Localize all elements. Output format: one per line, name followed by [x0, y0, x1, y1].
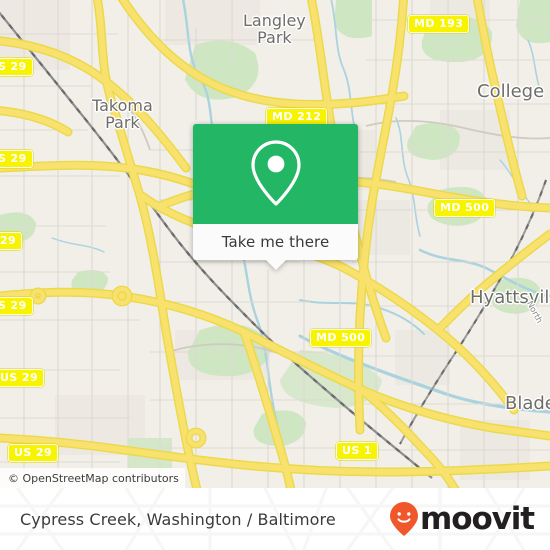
footer-bar: Cypress Creek, Washington / Baltimore mo…: [0, 488, 550, 550]
moovit-map-screenshot: Langley Park Takoma Park College P Hyatt…: [0, 0, 550, 550]
location-pin-icon: [250, 140, 301, 206]
card-header: [193, 124, 358, 224]
take-me-there-label: Take me there: [221, 233, 330, 251]
location-title: Cypress Creek, Washington / Baltimore: [20, 509, 336, 529]
moovit-logo[interactable]: moovit: [389, 500, 535, 537]
card-pointer-tail: [264, 259, 287, 270]
take-me-there-card[interactable]: Take me there: [193, 124, 358, 270]
footer-content: Cypress Creek, Washington / Baltimore mo…: [0, 488, 550, 550]
osm-attribution-text: © OpenStreetMap contributors: [8, 471, 179, 485]
card-action-bar[interactable]: Take me there: [193, 224, 358, 270]
moovit-smiley-pin-icon: [390, 502, 419, 536]
osm-attribution[interactable]: © OpenStreetMap contributors: [0, 468, 185, 488]
moovit-wordmark: moovit: [420, 500, 535, 537]
